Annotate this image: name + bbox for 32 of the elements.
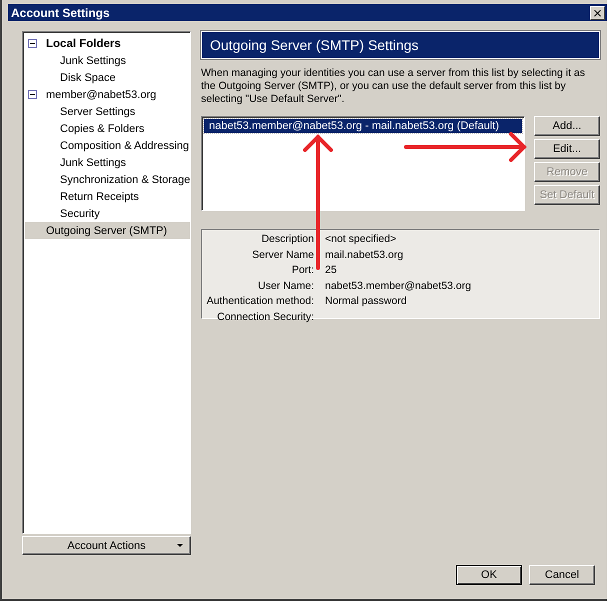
field-value: <not specified> [325, 233, 398, 247]
dialog-button[interactable]: OK [456, 565, 522, 585]
field-value: 25 [325, 264, 338, 278]
account-actions-button[interactable]: Account Actions [22, 536, 191, 555]
tree-item[interactable]: Server Settings [58, 104, 138, 118]
tree-item[interactable]: Local Folders [44, 36, 123, 50]
field-label: Server Name [252, 248, 314, 262]
tree-item[interactable]: Synchronization & Storage [58, 172, 192, 186]
tree-item[interactable]: Security [58, 206, 102, 220]
window-title: Account Settings [11, 6, 110, 20]
field-label: Connection Security: [217, 310, 314, 324]
field-label: Description [261, 233, 314, 247]
tree-item[interactable]: Return Receipts [58, 190, 141, 204]
dialog-button[interactable]: Cancel [529, 565, 595, 585]
tree-item[interactable]: Disk Space [58, 70, 118, 84]
close-button[interactable]: × [590, 6, 605, 20]
field-label: User Name: [258, 280, 314, 294]
field-value: mail.nabet53.org [325, 248, 404, 262]
server-list-item[interactable]: nabet53.member@nabet53.org - mail.nabet53.org (Default) [204, 119, 522, 133]
field-label: Port: [292, 264, 314, 278]
tree-item[interactable]: Junk Settings [58, 156, 128, 170]
field-label: Authentication method: [206, 295, 314, 309]
field-value: nabet53.member@nabet53.org [325, 280, 472, 294]
panel-header: Outgoing Server (SMTP) Settings [201, 31, 600, 59]
tree-item[interactable]: Composition & Addressing [58, 138, 192, 152]
tree-item[interactable]: member@nabet53.org [44, 88, 158, 102]
server-button[interactable]: Edit... [534, 139, 600, 159]
tree-item[interactable]: Junk Settings [58, 54, 128, 68]
tree-item[interactable]: Copies & Folders [58, 122, 146, 136]
server-button[interactable]: Add... [534, 116, 600, 136]
description-text: When managing your identities you can use a server from this list by selecting it as the Outgoing Server (SMTP), or you can use the default server from this list by selecting "Use Default Server". [201, 67, 586, 106]
field-value: Normal password [325, 295, 408, 309]
